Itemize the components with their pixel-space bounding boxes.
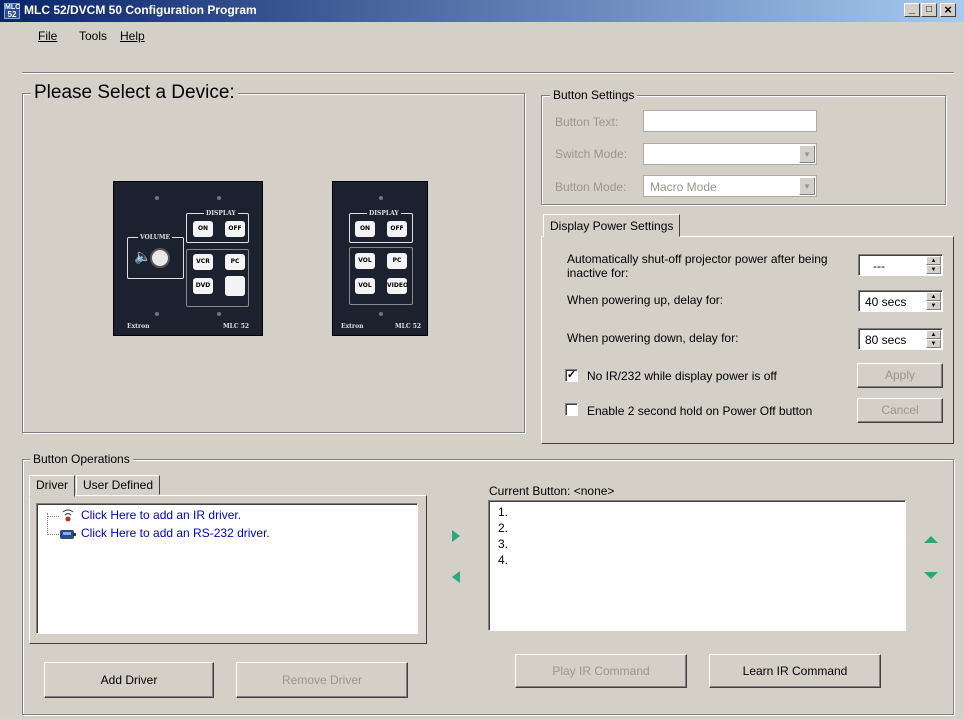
model-label: MLC 52 bbox=[395, 323, 422, 330]
no-ir-label: No IR/232 while display power is off bbox=[587, 369, 777, 383]
button-text-input[interactable] bbox=[643, 110, 817, 132]
power-down-spinner[interactable]: 80 secs ▲ ▼ bbox=[858, 328, 943, 350]
screw-icon bbox=[217, 196, 221, 200]
model-label: MLC 52 bbox=[223, 323, 250, 330]
key-on[interactable]: ON bbox=[355, 221, 375, 237]
button-settings-title: Button Settings bbox=[550, 88, 638, 102]
minimize-button[interactable]: _ bbox=[904, 3, 920, 17]
key-off[interactable]: OFF bbox=[225, 221, 245, 237]
move-up-icon[interactable] bbox=[924, 532, 938, 546]
key-vol-down[interactable]: VOL bbox=[355, 278, 375, 294]
chevron-down-icon[interactable]: ▼ bbox=[799, 145, 815, 163]
power-up-label: When powering up, delay for: bbox=[567, 293, 724, 307]
key-dvd[interactable]: DVD bbox=[193, 278, 213, 294]
cancel-button[interactable]: Cancel bbox=[857, 398, 943, 423]
current-button-label: Current Button: <none> bbox=[489, 484, 615, 498]
rs232-icon bbox=[59, 527, 77, 541]
key-vcr[interactable]: VCR bbox=[193, 254, 213, 270]
screw-icon bbox=[155, 312, 159, 316]
list-item[interactable]: 4. bbox=[498, 553, 508, 567]
key-pc[interactable]: PC bbox=[225, 254, 245, 270]
display-label: DISPLAY bbox=[367, 210, 401, 217]
hold-label: Enable 2 second hold on Power Off button bbox=[587, 404, 813, 418]
app-icon: MLC 52 bbox=[4, 3, 21, 19]
spin-down-icon[interactable]: ▼ bbox=[926, 301, 941, 310]
screw-icon bbox=[155, 196, 159, 200]
command-list[interactable]: 1. 2. 3. 4. bbox=[488, 500, 906, 631]
device-select-group bbox=[22, 93, 525, 433]
tab-display-power[interactable]: Display Power Settings bbox=[543, 214, 681, 237]
key-pc[interactable]: PC bbox=[387, 253, 407, 269]
display-label: DISPLAY bbox=[204, 210, 238, 217]
arrow-right-icon[interactable] bbox=[451, 530, 461, 545]
add-driver-button[interactable]: Add Driver bbox=[44, 662, 214, 698]
screw-icon bbox=[379, 196, 383, 200]
chevron-down-icon[interactable]: ▼ bbox=[799, 177, 815, 195]
close-button[interactable]: × bbox=[940, 3, 956, 17]
power-up-spinner[interactable]: 40 secs ▲ ▼ bbox=[858, 290, 943, 312]
button-mode-select[interactable]: Macro Mode ▼ bbox=[643, 175, 817, 197]
window-title: MLC 52/DVCM 50 Configuration Program bbox=[24, 3, 257, 17]
menu-tools[interactable]: Tools bbox=[73, 26, 113, 46]
button-mode-label: Button Mode: bbox=[555, 180, 627, 194]
key-video[interactable]: VIDEO bbox=[387, 278, 408, 294]
maximize-button[interactable]: □ bbox=[921, 3, 937, 17]
list-item[interactable]: 3. bbox=[498, 537, 508, 551]
volume-knob-icon[interactable] bbox=[150, 248, 170, 268]
spin-up-icon[interactable]: ▲ bbox=[926, 256, 941, 265]
list-item[interactable]: 2. bbox=[498, 521, 508, 535]
remove-driver-button[interactable]: Remove Driver bbox=[236, 662, 408, 698]
play-ir-command-button[interactable]: Play IR Command bbox=[515, 654, 687, 688]
list-item[interactable]: 1. bbox=[498, 505, 508, 519]
tree-line bbox=[47, 516, 59, 517]
screw-icon bbox=[379, 312, 383, 316]
no-ir-checkbox[interactable]: ✓ bbox=[565, 369, 578, 382]
auto-shutoff-label: Automatically shut-off projector power a… bbox=[567, 252, 828, 280]
device-select-title: Please Select a Device: bbox=[31, 82, 238, 104]
brand-label: Extron bbox=[341, 323, 364, 330]
switch-mode-label: Switch Mode: bbox=[555, 147, 628, 161]
tab-driver[interactable]: Driver bbox=[29, 475, 75, 497]
learn-ir-command-button[interactable]: Learn IR Command bbox=[709, 654, 881, 688]
ir-remote-icon bbox=[59, 509, 77, 523]
tree-line bbox=[47, 534, 59, 535]
arrow-left-icon[interactable] bbox=[451, 571, 461, 586]
title-bar[interactable]: MLC 52 MLC 52/DVCM 50 Configuration Progr… bbox=[0, 0, 964, 22]
menu-separator bbox=[22, 72, 954, 74]
volume-label: VOLUME bbox=[138, 234, 173, 241]
spin-up-icon[interactable]: ▲ bbox=[926, 292, 941, 301]
menu-bar: File Tools Help bbox=[0, 22, 964, 48]
move-down-icon[interactable] bbox=[924, 569, 938, 583]
hold-checkbox[interactable] bbox=[565, 403, 578, 416]
switch-mode-select[interactable]: ▼ bbox=[643, 143, 817, 165]
apply-button[interactable]: Apply bbox=[857, 363, 943, 388]
screw-icon bbox=[217, 312, 221, 316]
tree-item-rs232[interactable]: Click Here to add an RS-232 driver. bbox=[59, 526, 270, 541]
auto-shutoff-spinner[interactable]: --- ▲ ▼ bbox=[858, 254, 943, 276]
brand-label: Extron bbox=[127, 323, 150, 330]
key-off[interactable]: OFF bbox=[387, 221, 407, 237]
spin-up-icon[interactable]: ▲ bbox=[926, 330, 941, 339]
spin-down-icon[interactable]: ▼ bbox=[926, 265, 941, 274]
tree-item-ir[interactable]: Click Here to add an IR driver. bbox=[59, 508, 241, 523]
mlc52-device[interactable]: DISPLAY VOLUME 🔈 ON OFF VCR PC DVD Extro… bbox=[113, 181, 263, 336]
key-blank[interactable] bbox=[225, 276, 245, 296]
spin-down-icon[interactable]: ▼ bbox=[926, 339, 941, 348]
power-down-label: When powering down, delay for: bbox=[567, 331, 739, 345]
tab-user-defined[interactable]: User Defined bbox=[76, 475, 161, 495]
key-vol-up[interactable]: VOL bbox=[355, 253, 375, 269]
button-text-label: Button Text: bbox=[555, 115, 619, 129]
speaker-icon: 🔈 bbox=[134, 248, 152, 264]
key-on[interactable]: ON bbox=[193, 221, 213, 237]
menu-help[interactable]: Help bbox=[114, 26, 151, 46]
driver-tree[interactable]: Click Here to add an IR driver. Click He… bbox=[36, 503, 418, 634]
button-operations-title: Button Operations bbox=[30, 452, 133, 466]
dvcm50-device[interactable]: DISPLAY ON OFF VOL PC VOL VIDEO Extron M… bbox=[332, 181, 428, 336]
menu-file[interactable]: File bbox=[32, 26, 63, 46]
